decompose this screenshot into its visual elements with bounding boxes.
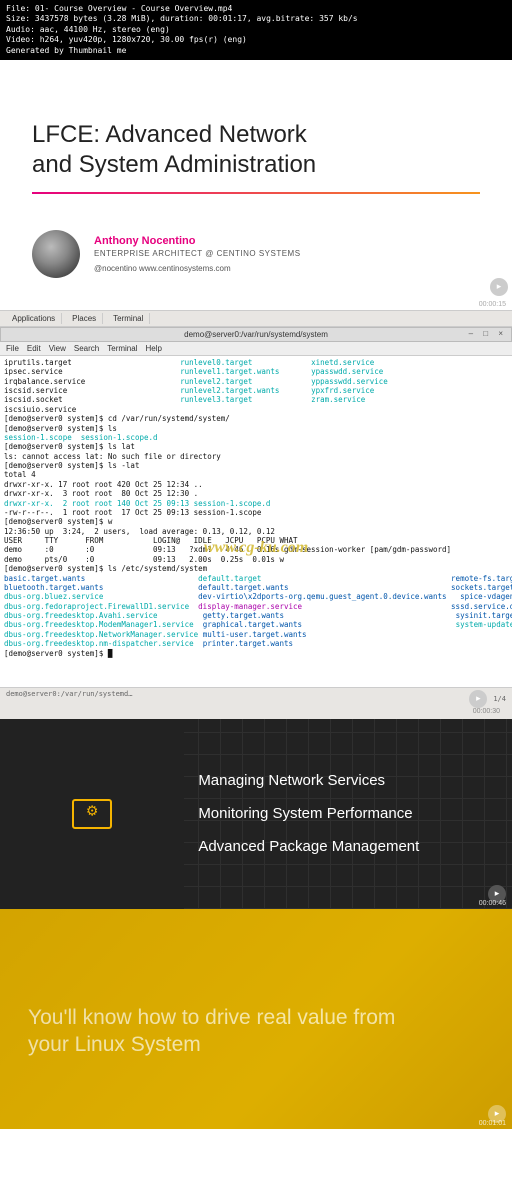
play-icon[interactable]: ▸	[490, 278, 508, 296]
title-line2: and System Administration	[32, 151, 316, 178]
gnome-top-bar[interactable]: Applications Places Terminal	[0, 311, 512, 327]
menu-applications[interactable]: Applications	[6, 313, 62, 324]
author-name: Anthony Nocentino	[94, 235, 301, 247]
slide-terminal: Applications Places Terminal demo@server…	[0, 310, 512, 719]
meta-audio: Audio: aac, 44100 Hz, stereo (eng)	[6, 25, 506, 35]
menu-places[interactable]: Places	[66, 313, 103, 324]
meta-size: Size: 3437578 bytes (3.28 MiB), duration…	[6, 14, 506, 24]
term-menu-help[interactable]: Help	[145, 344, 161, 353]
hexagon-icon	[47, 769, 137, 859]
video-metadata: File: 01- Course Overview - Course Overv…	[0, 0, 512, 60]
author-info: Anthony Nocentino ENTERPRISE ARCHITECT @…	[94, 235, 301, 273]
meta-file: File: 01- Course Overview - Course Overv…	[6, 4, 506, 14]
play-icon[interactable]: ▸	[469, 690, 487, 708]
slide-title: LFCE: Advanced Network and System Admini…	[0, 60, 512, 310]
monitor-icon	[72, 799, 112, 829]
workspace-indicator: 1/4	[493, 695, 506, 703]
slide-topics: Managing Network Services Monitoring Sys…	[0, 719, 512, 909]
term-menu-edit[interactable]: Edit	[27, 344, 41, 353]
term-menu-terminal[interactable]: Terminal	[107, 344, 137, 353]
taskbar[interactable]: demo@server0:/var/run/systemd… ▸ 1/4	[0, 687, 512, 710]
author-handle: @nocentino www.centinosystems.com	[94, 264, 301, 273]
topics-list: Managing Network Services Monitoring Sys…	[184, 719, 512, 909]
topics-graphic	[0, 719, 184, 909]
terminal-titlebar[interactable]: demo@server0:/var/run/systemd/system – □…	[0, 327, 512, 342]
terminal-menubar[interactable]: File Edit View Search Terminal Help	[0, 342, 512, 356]
author-avatar	[32, 230, 80, 278]
author-block: Anthony Nocentino ENTERPRISE ARCHITECT @…	[32, 230, 480, 278]
topic-item: Advanced Package Management	[198, 838, 498, 855]
menu-terminal[interactable]: Terminal	[107, 313, 150, 324]
timestamp: 00:01:01	[479, 1120, 506, 1127]
title-underline	[32, 192, 480, 194]
topic-item: Monitoring System Performance	[198, 805, 498, 822]
timestamp: 00:00:15	[479, 301, 506, 308]
course-title: LFCE: Advanced Network and System Admini…	[32, 120, 480, 180]
terminal-title-text: demo@server0:/var/run/systemd/system	[184, 330, 328, 339]
topic-item: Managing Network Services	[198, 772, 498, 789]
term-menu-view[interactable]: View	[49, 344, 66, 353]
timestamp: 00:00:46	[479, 900, 506, 907]
meta-generated: Generated by Thumbnail me	[6, 46, 506, 56]
term-menu-file[interactable]: File	[6, 344, 19, 353]
author-role: ENTERPRISE ARCHITECT @ CENTINO SYSTEMS	[94, 249, 301, 258]
terminal-output[interactable]: iprutils.target runlevel0.target xinetd.…	[0, 356, 512, 687]
timestamp: 00:00:30	[0, 708, 506, 717]
slide-outcome: You'll know how to drive real value from…	[0, 909, 512, 1129]
meta-video: Video: h264, yuv420p, 1280x720, 30.00 fp…	[6, 35, 506, 45]
outcome-headline: You'll know how to drive real value from…	[28, 1004, 438, 1059]
term-menu-search[interactable]: Search	[74, 344, 99, 353]
window-buttons[interactable]: – □ ×	[469, 329, 507, 338]
title-line1: LFCE: Advanced Network	[32, 121, 307, 148]
taskbar-item[interactable]: demo@server0:/var/run/systemd…	[6, 690, 132, 708]
